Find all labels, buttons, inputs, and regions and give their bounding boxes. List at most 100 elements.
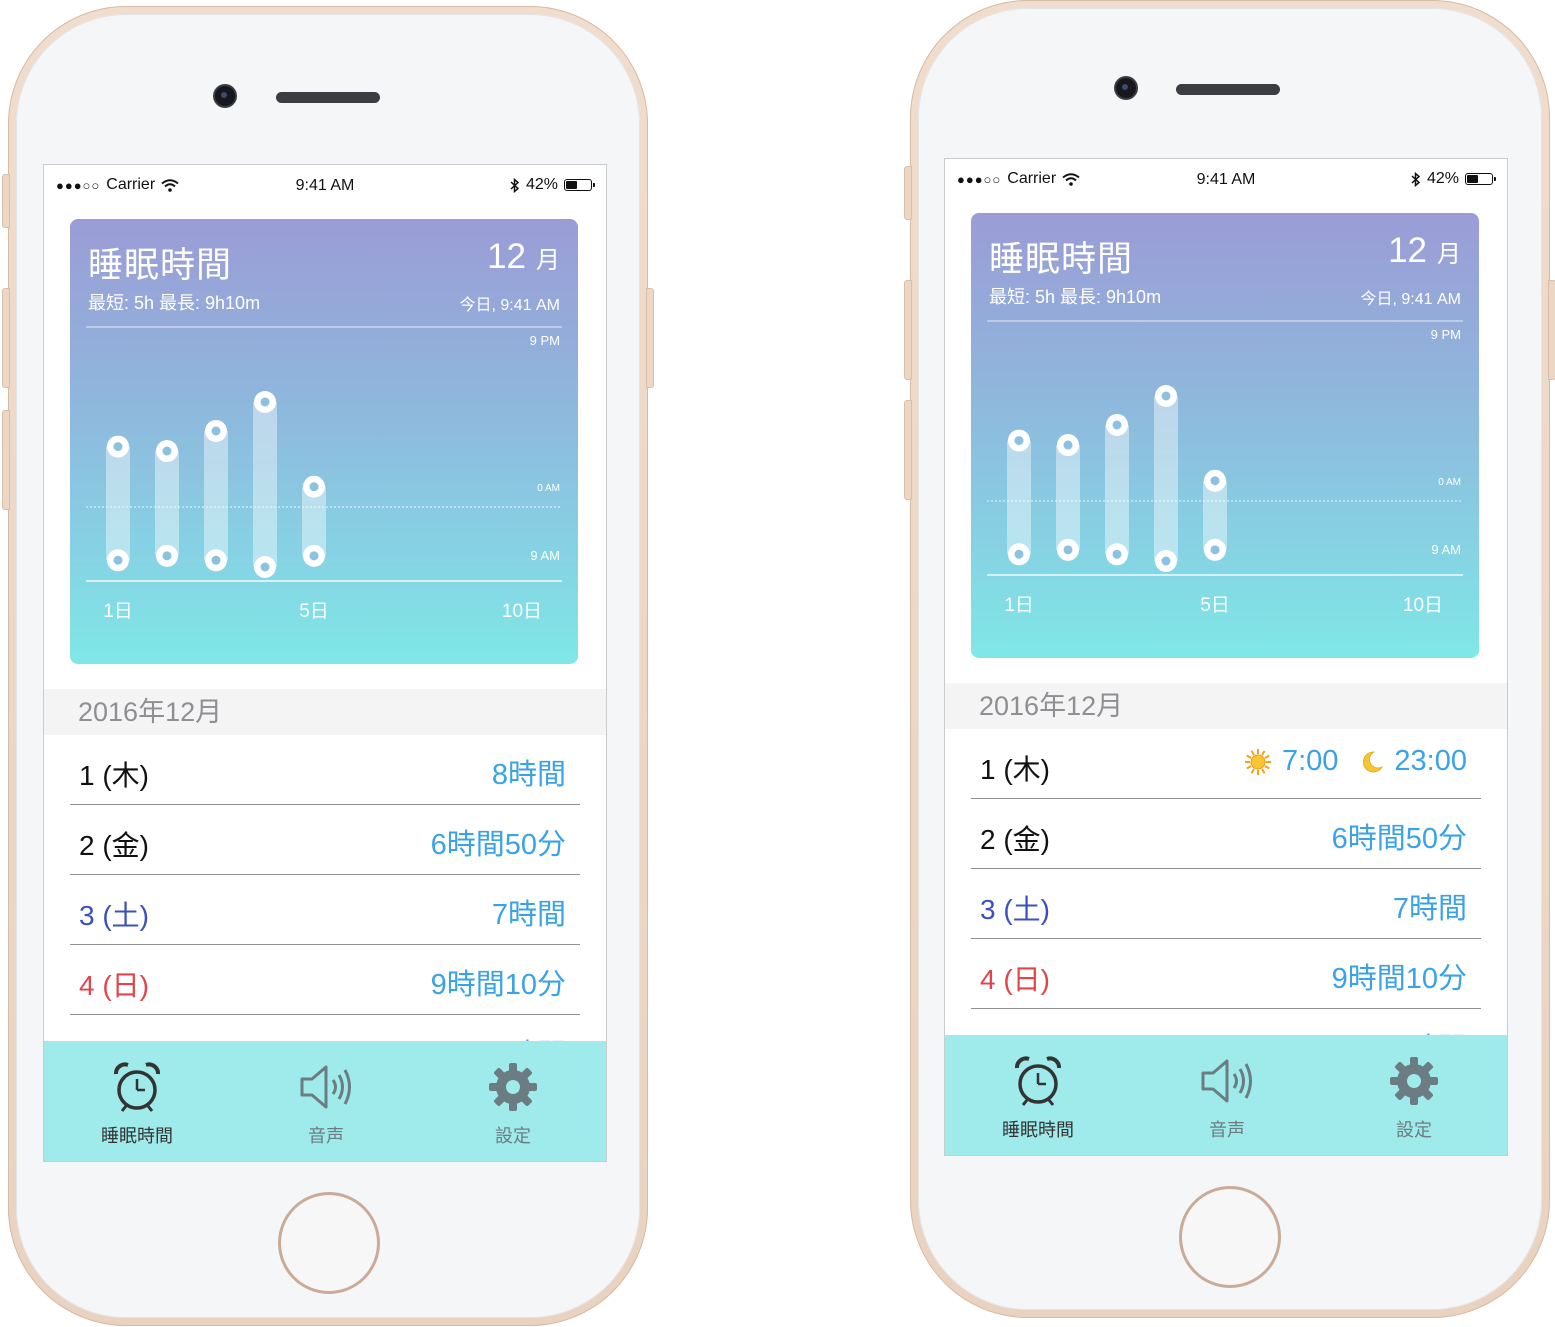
day-label: 1 (木) bbox=[980, 754, 1051, 785]
day-row[interactable]: 3 (土) 7時間 bbox=[70, 875, 580, 945]
marker-center bbox=[113, 555, 123, 565]
mute-switch bbox=[2, 174, 10, 228]
day-label: 2 (金) bbox=[980, 824, 1051, 855]
marker-center bbox=[1112, 420, 1122, 430]
day-row[interactable]: 2 (金) 6時間50分 bbox=[70, 805, 580, 875]
tab-sound[interactable]: 音声 bbox=[251, 1061, 401, 1148]
battery-percent: 42% bbox=[1426, 170, 1459, 187]
speaker-icon bbox=[1201, 1059, 1252, 1103]
marker-center bbox=[1210, 545, 1220, 555]
marker-center bbox=[1210, 476, 1220, 486]
sleep-duration: 6時間50分 bbox=[1331, 823, 1467, 855]
battery-icon bbox=[1465, 173, 1496, 185]
sun-icon bbox=[1244, 748, 1271, 775]
front-camera bbox=[215, 86, 235, 106]
volume-up-button bbox=[2, 288, 10, 388]
tab-bar: 睡眠時間 音声 設定 bbox=[945, 1035, 1507, 1155]
earpiece-speaker bbox=[1176, 84, 1280, 95]
day-row[interactable]: 4 (日) 9時間10分 bbox=[971, 939, 1481, 1009]
phone-frame-right: ●●●○○ Carrier 9:41 AM 42% 睡眠時間 12 月 最短: 5… bbox=[904, 0, 1555, 1318]
home-button[interactable] bbox=[278, 1192, 380, 1294]
marker-center bbox=[309, 551, 319, 561]
tab-bar: 睡眠時間 音声 設定 bbox=[44, 1041, 606, 1161]
volume-down-button bbox=[904, 400, 912, 500]
x-tick-label: 5日 bbox=[299, 601, 329, 622]
marker-center bbox=[1161, 556, 1171, 566]
sleep-range-bar bbox=[106, 446, 130, 561]
day-row[interactable]: 2 (金) 6時間50分 bbox=[971, 799, 1481, 869]
speaker-icon bbox=[300, 1065, 351, 1109]
front-camera bbox=[1116, 78, 1136, 98]
bluetooth-icon bbox=[510, 177, 520, 193]
day-list[interactable]: 1 (木) 7:00 23:00 2 (金) 6時間50分 3 (土) 7時間 4 (日) 9時… bbox=[945, 729, 1507, 1079]
marker-center bbox=[162, 551, 172, 561]
day-label: 3 (土) bbox=[79, 900, 150, 931]
day-label: 4 (日) bbox=[79, 970, 150, 1001]
y-tick-label: 9 AM bbox=[530, 548, 560, 563]
x-tick-label: 1日 bbox=[1004, 595, 1034, 616]
mute-switch bbox=[904, 166, 912, 220]
marker-center bbox=[260, 397, 270, 407]
phone-face: ●●●○○ Carrier 9:41 AM 42% 睡眠時間 12 月 最短: 5… bbox=[918, 8, 1542, 1310]
day-label: 4 (日) bbox=[980, 964, 1051, 995]
power-button bbox=[646, 288, 654, 388]
marker-center bbox=[162, 446, 172, 456]
earpiece-speaker bbox=[276, 92, 380, 103]
marker-center bbox=[1014, 436, 1024, 446]
volume-up-button bbox=[904, 280, 912, 380]
y-tick-label: 9 AM bbox=[1431, 542, 1461, 557]
section-header: 2016年12月 bbox=[44, 689, 606, 735]
x-tick-label: 5日 bbox=[1200, 595, 1230, 616]
moon-icon bbox=[1363, 751, 1384, 772]
sleep-duration: 7時間 bbox=[491, 899, 566, 931]
volume-down-button bbox=[2, 410, 10, 510]
phone-face: ●●●○○ Carrier 9:41 AM 42% 睡眠時間 12 月 最短: 5… bbox=[16, 14, 640, 1318]
sleep-range-bar bbox=[204, 430, 228, 561]
tab-settings-label: 設定 bbox=[1396, 1120, 1432, 1140]
bluetooth-icon bbox=[1411, 171, 1421, 187]
y-tick-label: 9 PM bbox=[530, 333, 560, 348]
sleep-range-bar bbox=[1105, 424, 1129, 555]
sleep-duration: 7時間 bbox=[1392, 893, 1467, 925]
tab-settings[interactable]: 設定 bbox=[438, 1061, 588, 1148]
sleep-range-bar bbox=[1154, 395, 1178, 561]
tab-sleep-label: 睡眠時間 bbox=[1002, 1120, 1074, 1140]
tab-sleep[interactable]: 睡眠時間 bbox=[963, 1055, 1113, 1142]
tab-sleep[interactable]: 睡眠時間 bbox=[62, 1061, 212, 1148]
day-row[interactable]: 3 (土) 7時間 bbox=[971, 869, 1481, 939]
marker-center bbox=[1063, 440, 1073, 450]
day-list[interactable]: 1 (木)8時間2 (金)6時間50分3 (土)7時間4 (日)9時間10分5 … bbox=[44, 735, 606, 1085]
app-screen: ●●●○○ Carrier 9:41 AM 42% 睡眠時間 12 月 最短: 5… bbox=[43, 164, 607, 1162]
y-tick-label: 9 PM bbox=[1431, 327, 1461, 342]
sleep-time: 23:00 bbox=[1394, 745, 1467, 777]
day-row[interactable]: 4 (日) 9時間10分 bbox=[70, 945, 580, 1015]
tab-sound[interactable]: 音声 bbox=[1152, 1055, 1302, 1142]
sleep-duration: 9時間10分 bbox=[1331, 963, 1467, 995]
status-right: 42% bbox=[510, 176, 595, 194]
status-bar: ●●●○○ Carrier 9:41 AM 42% bbox=[44, 165, 606, 205]
day-label: 1 (木) bbox=[79, 760, 150, 791]
marker-center bbox=[211, 555, 221, 565]
marker-center bbox=[1112, 549, 1122, 559]
marker-center bbox=[260, 562, 270, 572]
wake-sleep-times: 7:00 23:00 bbox=[1244, 745, 1467, 778]
y-tick-label: 0 AM bbox=[537, 483, 560, 494]
wake-time: 7:00 bbox=[1281, 745, 1339, 777]
power-button bbox=[1548, 280, 1555, 380]
day-row[interactable]: 1 (木) 7:00 23:00 bbox=[971, 729, 1481, 799]
marker-center bbox=[211, 426, 221, 436]
tab-settings[interactable]: 設定 bbox=[1339, 1055, 1489, 1142]
alarm-clock-icon bbox=[114, 1062, 160, 1112]
sleep-duration: 8時間 bbox=[491, 759, 566, 791]
day-row[interactable]: 1 (木) 8時間 bbox=[70, 735, 580, 805]
x-tick-label: 10日 bbox=[502, 601, 542, 622]
gear-icon bbox=[489, 1063, 537, 1111]
marker-center bbox=[1014, 549, 1024, 559]
battery-icon bbox=[564, 179, 595, 191]
sleep-range-chart: 9 PM 0 AM 9 AM 1日 5日 10日 bbox=[86, 326, 562, 622]
sleep-range-bar bbox=[1007, 440, 1031, 555]
sleep-chart-card: 睡眠時間 12 月 最短: 5h 最長: 9h10m 今日, 9:41 AM 9 … bbox=[971, 213, 1479, 658]
home-button[interactable] bbox=[1179, 1186, 1281, 1288]
day-label: 3 (土) bbox=[980, 894, 1051, 925]
marker-center bbox=[1063, 545, 1073, 555]
